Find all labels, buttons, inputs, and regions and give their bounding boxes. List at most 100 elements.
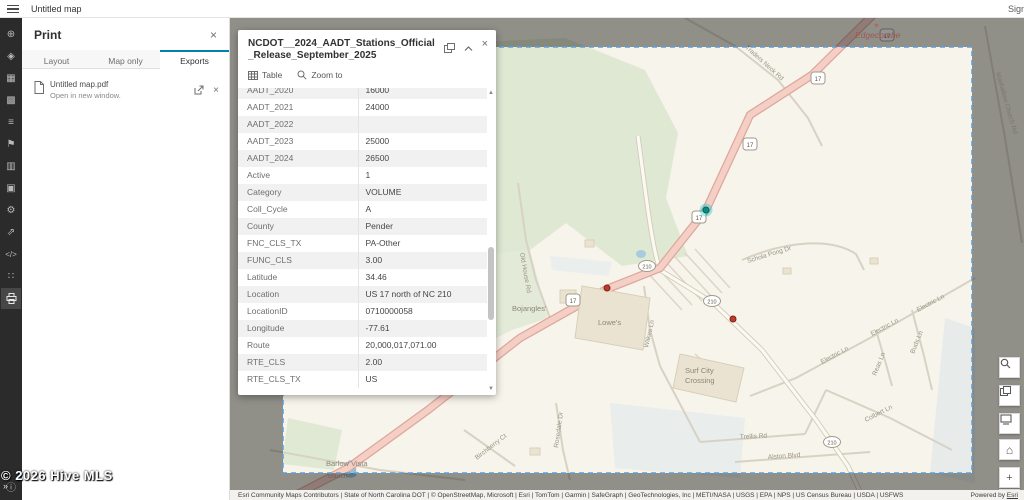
attribute-row: Route20,000,017,071.00: [238, 337, 487, 354]
sidebar-item-apps[interactable]: ∷: [1, 266, 21, 287]
print-tabs: Layout Map only Exports: [22, 50, 229, 69]
attribute-row: LocationID0710000058: [238, 303, 487, 320]
sidebar-item-layers[interactable]: ◈: [1, 46, 21, 67]
attribute-row: RTE_CLS_TXUS: [238, 371, 487, 388]
svg-text:Barlow Vista: Barlow Vista: [326, 459, 368, 468]
sidebar-item-share[interactable]: ⇗: [1, 222, 21, 243]
map-home-button[interactable]: ⌂: [999, 439, 1020, 460]
popup-attribute-table: AADT_202016000 AADT_202124000 AADT_2022 …: [238, 88, 487, 394]
export-filename: Untitled map.pdf: [50, 80, 194, 89]
remove-export-icon[interactable]: ×: [213, 87, 219, 95]
share-icon: ⇗: [7, 227, 15, 238]
popup-scrollbar[interactable]: ▲ ▼: [487, 90, 495, 392]
svg-text:210: 210: [827, 441, 836, 447]
attribute-row: Longitude-77.61: [238, 320, 487, 337]
svg-text:♥: ♥: [874, 21, 879, 30]
export-list-item[interactable]: Untitled map.pdf Open in new window. ×: [34, 80, 219, 100]
panel-close-icon[interactable]: ×: [210, 30, 217, 40]
attribute-row: AADT_202016000: [238, 88, 487, 99]
svg-text:17: 17: [570, 299, 577, 305]
aadt-station-dot[interactable]: [604, 285, 610, 291]
slides-icon: [1000, 386, 1011, 397]
map-search-button[interactable]: [999, 357, 1020, 378]
attribute-row: AADT_202426500: [238, 150, 487, 167]
scrollbar-thumb[interactable]: [488, 247, 494, 319]
feature-popup: NCDOT__2024_AADT_Stations_Official_Relea…: [238, 30, 496, 395]
export-subtitle: Open in new window.: [50, 91, 194, 100]
attribute-row: LocationUS 17 north of NC 210: [238, 286, 487, 303]
sidebar-item-legend[interactable]: ≡: [1, 112, 21, 133]
svg-text:Trellis Rd: Trellis Rd: [740, 433, 768, 441]
aadt-station-dot[interactable]: [730, 316, 736, 322]
esri-link[interactable]: Esri: [1007, 492, 1018, 499]
scroll-up-icon[interactable]: ▲: [487, 90, 495, 96]
search-icon: [1000, 358, 1011, 369]
map-fullscreen-button[interactable]: [999, 413, 1020, 434]
collapse-icon[interactable]: [464, 40, 473, 58]
attribute-row: CountyPender: [238, 218, 487, 235]
attribute-row: AADT_202124000: [238, 99, 487, 116]
bookmark-icon: ⚑: [7, 139, 16, 150]
popup-action-table[interactable]: Table: [248, 70, 282, 80]
open-in-new-icon[interactable]: [194, 82, 204, 100]
sidebar-item-bookmarks[interactable]: ⚑: [1, 134, 21, 155]
magnifier-icon: [297, 70, 307, 80]
table-icon: [248, 71, 258, 80]
svg-text:Bojangles': Bojangles': [512, 304, 547, 313]
sidebar-item-basemap[interactable]: ▩: [1, 90, 21, 111]
attribute-row: AADT_202325000: [238, 133, 487, 150]
map-zoom-in-button[interactable]: +: [999, 467, 1020, 488]
map-slides-button[interactable]: [999, 385, 1020, 406]
svg-text:17: 17: [815, 77, 822, 83]
zoom-in-icon: +: [1006, 472, 1012, 484]
popup-action-zoom-to[interactable]: Zoom to: [297, 70, 342, 80]
pond: [636, 250, 646, 258]
top-app-bar: Untitled map Sign in: [0, 0, 1024, 18]
hamburger-menu-icon[interactable]: [7, 5, 19, 14]
sidebar-item-settings[interactable]: ⚙: [1, 200, 21, 221]
sidebar-item-embed[interactable]: </>: [1, 244, 21, 265]
svg-text:17: 17: [747, 143, 754, 149]
apps-icon: ∷: [8, 271, 14, 282]
svg-text:210: 210: [707, 300, 716, 306]
svg-text:210: 210: [642, 265, 651, 271]
attribute-row: Active1: [238, 167, 487, 184]
svg-text:Lowe's: Lowe's: [598, 318, 621, 327]
svg-text:Edgecombe: Edgecombe: [855, 30, 901, 40]
tab-map-only[interactable]: Map only: [91, 50, 160, 69]
expand-chevrons-icon[interactable]: »: [3, 481, 8, 491]
monitor-icon: [1000, 414, 1012, 425]
attribute-row: FUNC_CLS3.00: [238, 252, 487, 269]
attribute-row: CategoryVOLUME: [238, 184, 487, 201]
popup-title: NCDOT__2024_AADT_Stations_Official_Relea…: [248, 38, 436, 62]
tab-layout[interactable]: Layout: [22, 50, 91, 69]
gear-icon: ⚙: [7, 205, 16, 216]
panel-title: Print: [34, 28, 61, 42]
scroll-down-icon[interactable]: ▼: [487, 386, 495, 392]
home-icon: ⌂: [1006, 443, 1013, 457]
sidebar-item-charts[interactable]: ▥: [1, 156, 21, 177]
sidebar-item-tables[interactable]: ▦: [1, 68, 21, 89]
save-icon: ▣: [6, 183, 15, 194]
sidebar-item-save[interactable]: ▣: [1, 178, 21, 199]
tab-exports[interactable]: Exports: [160, 50, 229, 69]
attribute-row: RTE_CLS2.00: [238, 354, 487, 371]
svg-text:17: 17: [696, 216, 703, 222]
basemap-icon: ▩: [6, 95, 15, 106]
sidebar-item-add[interactable]: ⊕: [1, 24, 21, 45]
dock-icon[interactable]: [444, 40, 455, 58]
attribution-text: Esri Community Maps Contributors | State…: [238, 492, 903, 499]
attribute-row: AADT_2022: [238, 116, 487, 133]
document-title: Untitled map: [31, 4, 82, 14]
layers-icon: ◈: [7, 51, 15, 62]
sign-in-button[interactable]: Sign in: [1008, 4, 1024, 14]
add-icon: ⊕: [7, 29, 15, 40]
attribute-row: FNC_CLS_TXPA-Other: [238, 235, 487, 252]
aadt-station-selected[interactable]: [700, 204, 713, 217]
sidebar-item-print[interactable]: [1, 288, 21, 309]
svg-text:Surf City: Surf City: [685, 366, 714, 375]
legend-icon: ≡: [8, 117, 14, 128]
popup-close-icon[interactable]: ×: [482, 40, 488, 49]
print-panel: Print × Layout Map only Exports Untitled…: [22, 18, 230, 500]
printer-icon: [6, 293, 17, 304]
